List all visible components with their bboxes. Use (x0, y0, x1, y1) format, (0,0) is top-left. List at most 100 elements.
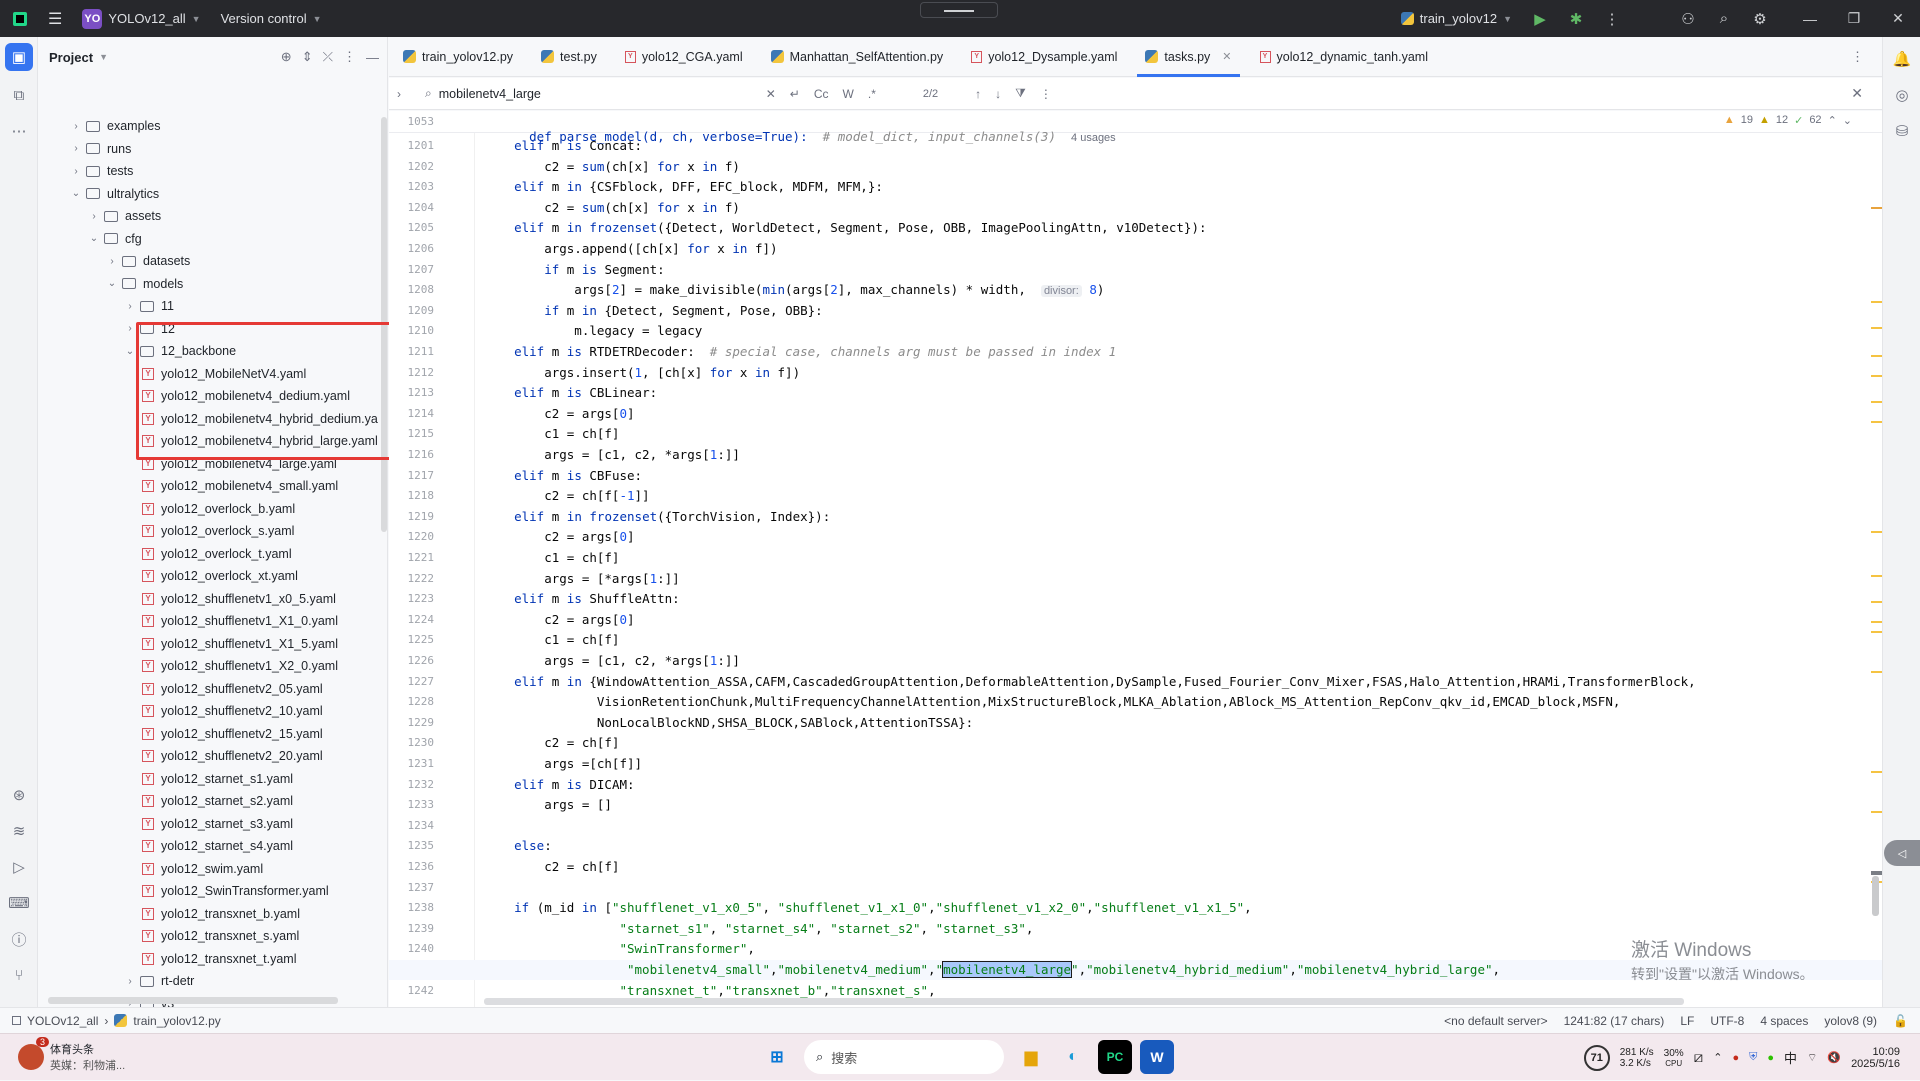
python-packages-icon[interactable]: ≋ (0, 813, 38, 849)
debug-icon[interactable]: ✱ (1558, 0, 1594, 37)
tree-horizontal-scrollbar[interactable] (48, 997, 338, 1004)
tree-folder[interactable]: › assets (88, 205, 161, 227)
python-console-icon[interactable]: ⊛ (0, 777, 38, 813)
stripe-mark[interactable] (1871, 301, 1882, 303)
stripe-mark[interactable] (1871, 871, 1882, 875)
line-number[interactable]: 1236 (389, 860, 435, 873)
line-number[interactable]: 1214 (389, 407, 435, 420)
code-line[interactable]: c1 = ch[f] (484, 426, 619, 441)
code-line[interactable]: "transxnet_t","transxnet_b","transxnet_s… (484, 983, 935, 998)
line-number[interactable]: 1210 (389, 324, 435, 337)
chevron-right-icon[interactable]: › (70, 143, 82, 154)
code-line[interactable]: VisionRetentionChunk,MultiFrequencyChann… (484, 694, 1621, 709)
tree-folder[interactable]: › 11 (124, 295, 174, 317)
stripe-mark[interactable] (1871, 811, 1882, 813)
tree-file[interactable]: Yyolo12_overlock_xt.yaml (142, 565, 298, 587)
show-hidden-icons[interactable]: ⌃ (1713, 1051, 1722, 1064)
tree-file[interactable]: Yyolo12_shufflenetv2_10.yaml (142, 700, 323, 722)
code-line[interactable]: elif m is ShuffleAttn: (484, 591, 680, 606)
whole-words-toggle[interactable]: W (836, 87, 861, 101)
tree-folder[interactable]: › datasets (106, 250, 190, 272)
wechat-icon[interactable]: ● (1767, 1052, 1774, 1064)
terminal-icon[interactable]: ⌨ (0, 885, 38, 921)
tree-file[interactable]: Yyolo12_starnet_s4.yaml (142, 835, 293, 857)
run-icon[interactable]: ▶ (1522, 0, 1558, 37)
close-window-button[interactable]: ✕ (1876, 0, 1920, 37)
editor-tab[interactable]: Manhattan_SelfAttention.py (757, 37, 958, 77)
tree-file[interactable]: Yyolo12_mobilenetv4_small.yaml (142, 475, 338, 497)
options-icon[interactable]: ⋮ (343, 49, 356, 65)
regex-toggle[interactable]: .* (861, 87, 883, 101)
chevron-right-icon[interactable]: › (124, 301, 136, 312)
line-number[interactable]: 1213 (389, 386, 435, 399)
tree-file[interactable]: Yyolo12_shufflenetv1_X1_5.yaml (142, 633, 338, 655)
stripe-mark[interactable] (1871, 575, 1882, 577)
minimize-button[interactable]: — (1788, 0, 1832, 37)
edge-browser-icon[interactable]: ◐ (1056, 1040, 1090, 1074)
code-line[interactable]: elif m is RTDETRDecoder: # special case,… (484, 344, 1116, 359)
line-number[interactable]: 1229 (389, 716, 435, 729)
tree-file[interactable]: Yyolo12_overlock_b.yaml (142, 498, 295, 520)
editor-scroll-thumb[interactable] (1872, 876, 1879, 916)
code-line[interactable]: c2 = ch[f] (484, 859, 619, 874)
line-number[interactable]: 1238 (389, 901, 435, 914)
chevron-right-icon[interactable]: › (70, 121, 82, 132)
stripe-mark[interactable] (1871, 621, 1882, 623)
line-number[interactable]: 1239 (389, 922, 435, 935)
indent-setting[interactable]: 4 spaces (1760, 1014, 1808, 1028)
python-interpreter[interactable]: yolov8 (9) (1824, 1014, 1877, 1028)
tree-file[interactable]: Yyolo12_starnet_s1.yaml (142, 768, 293, 790)
close-tab-icon[interactable]: ✕ (1222, 50, 1231, 63)
stripe-mark[interactable] (1871, 601, 1882, 603)
stripe-mark[interactable] (1871, 421, 1882, 423)
word-icon[interactable]: W (1140, 1040, 1174, 1074)
line-number[interactable]: 1234 (389, 819, 435, 832)
more-actions-icon[interactable]: ⋮ (1594, 0, 1630, 37)
line-number[interactable]: 1225 (389, 633, 435, 646)
line-number[interactable]: 1208 (389, 283, 435, 296)
line-number[interactable]: 1207 (389, 263, 435, 276)
tree-folder[interactable]: › examples (70, 115, 160, 137)
close-find-icon[interactable]: ✕ (1844, 85, 1870, 102)
code-line[interactable]: c2 = args[0] (484, 529, 634, 544)
structure-icon[interactable]: ⧉ (0, 77, 38, 113)
pycharm-icon[interactable]: PC (1098, 1040, 1132, 1074)
tree-folder[interactable]: › tests (70, 160, 133, 182)
line-number[interactable]: 1233 (389, 798, 435, 811)
code-line[interactable]: c2 = args[0] (484, 612, 634, 627)
tree-file[interactable]: Yyolo12_shufflenetv2_05.yaml (142, 678, 323, 700)
input-method-indicator[interactable]: 中 (1784, 1048, 1797, 1067)
stripe-mark[interactable] (1871, 631, 1882, 633)
code-line[interactable]: c2 = sum(ch[x] for x in f) (484, 200, 740, 215)
code-line[interactable]: args[2] = make_divisible(min(args[2], ma… (484, 282, 1104, 298)
inspection-widget[interactable]: ▲ 19 ▲ 12 ✓ 62 ⌃ ⌄ (1724, 114, 1852, 127)
expand-all-icon[interactable]: ⇕ (302, 49, 313, 65)
line-number[interactable]: 1242 (389, 984, 435, 997)
restore-button[interactable]: ❐ (1832, 0, 1876, 37)
tabs-options-icon[interactable]: ⋮ (1851, 49, 1864, 65)
chevron-right-icon[interactable]: › (124, 976, 136, 987)
code-line[interactable]: NonLocalBlockND,SHSA_BLOCK,SABlock,Atten… (484, 715, 973, 730)
tree-file[interactable]: Yyolo12_SwinTransformer.yaml (142, 880, 329, 902)
database-icon[interactable]: ⛁ (1883, 113, 1920, 149)
project-switcher[interactable]: YO YOLOv12_all ▼ (72, 8, 210, 29)
search-history-icon[interactable]: ⌕ (418, 86, 439, 101)
line-number[interactable]: 1202 (389, 160, 435, 173)
tree-file[interactable]: Yyolo12_shufflenetv2_20.yaml (142, 745, 323, 767)
caret-position[interactable]: 1241:82 (17 chars) (1564, 1014, 1665, 1028)
line-number[interactable]: 1235 (389, 839, 435, 852)
line-number[interactable]: 1201 (389, 139, 435, 152)
line-number[interactable]: 1217 (389, 469, 435, 482)
code-editor[interactable]: 1201 1202 1203 1204 1205 1206 1207 1208 1209 1210… (389, 111, 1882, 1007)
project-view-icon[interactable]: ▣ (5, 43, 33, 71)
vcs-menu[interactable]: Version control ▼ (211, 11, 332, 26)
tree-file[interactable]: Yyolo12_transxnet_t.yaml (142, 948, 297, 970)
tree-file[interactable]: Yyolo12_transxnet_b.yaml (142, 903, 300, 925)
tree-file[interactable]: Yyolo12_swim.yaml (142, 858, 263, 880)
filter-icon[interactable]: ⧩ (1008, 86, 1033, 101)
code-line[interactable]: c1 = ch[f] (484, 550, 619, 565)
code-line[interactable]: "starnet_s1", "starnet_s4", "starnet_s2"… (484, 921, 1033, 936)
match-case-toggle[interactable]: Cc (807, 87, 836, 101)
previous-match-icon[interactable]: ↑ (968, 87, 988, 101)
code-line[interactable]: c2 = ch[f[-1]] (484, 488, 649, 503)
